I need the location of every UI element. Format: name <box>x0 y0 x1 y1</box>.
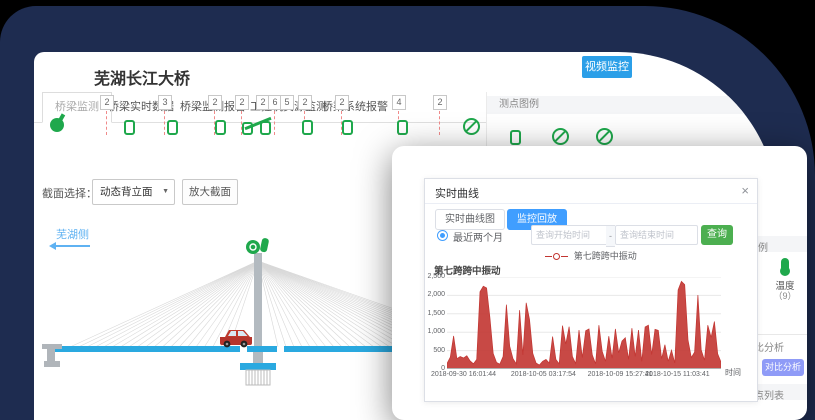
enlarge-section-button[interactable]: 放大截面 <box>182 179 238 205</box>
x-tick-label: 2018-10-15 11:03:41 <box>645 371 709 378</box>
legend-panel-header: 测点图例 <box>487 96 778 114</box>
page-title: 芜湖长江大桥 <box>94 65 190 89</box>
y-tick-label: 500 <box>425 347 445 354</box>
section-select-dropdown[interactable]: 动态背立面 ▼ <box>92 179 175 205</box>
legend-label: 第七跨跨中振动 <box>574 251 637 261</box>
abutment <box>42 344 62 367</box>
legend-line-icon <box>545 256 552 257</box>
sensor-count-badge: 4 <box>392 95 406 110</box>
sensor-count-badge: 3 <box>158 95 172 110</box>
sensor-legend-icon[interactable] <box>552 128 569 145</box>
y-tick-label: 2,000 <box>425 291 445 298</box>
chain-link-icon[interactable] <box>342 120 353 135</box>
chain-link-icon <box>260 121 271 135</box>
chain-link-icon[interactable] <box>167 120 178 135</box>
close-icon[interactable]: × <box>741 183 749 198</box>
sensor-count-badge: 2 <box>298 95 312 110</box>
pier-footing <box>246 370 270 385</box>
bridge-tower <box>254 253 262 352</box>
y-tick-label: 1,500 <box>425 310 445 317</box>
car-icon <box>220 330 252 347</box>
pendulum-sensor-icon[interactable] <box>50 118 64 132</box>
sensor-drop-line <box>241 111 242 135</box>
date-range-separator: - <box>606 225 615 247</box>
modal-title: 实时曲线 <box>435 185 479 201</box>
sensor-count-badge: 5 <box>280 95 294 110</box>
radio-label: 最近两个月 <box>453 229 503 244</box>
video-monitor-button[interactable]: 视频监控 <box>582 56 632 78</box>
chart-legend[interactable]: 第七跨跨中振动 <box>425 249 757 262</box>
chain-link-icon[interactable] <box>510 130 521 145</box>
query-start-time-input[interactable] <box>531 225 614 245</box>
sensor-count-badge: 2 <box>335 95 349 110</box>
realtime-curve-modal: 实时曲线 × 实时曲线图 监控回放 最近两个月 - 查询 第七跨跨中振动 第七跨… <box>424 178 758 402</box>
sensor-legend-icon[interactable] <box>596 128 613 145</box>
compare-analysis-button[interactable]: 对比分析 <box>762 359 804 376</box>
sensor-count-badge: 2 <box>208 95 222 110</box>
sensor-count-badge: 2 <box>235 95 249 110</box>
temperature-icon[interactable] <box>781 258 789 273</box>
disabled-sensor-icon[interactable] <box>463 118 480 135</box>
chart-canvas <box>447 277 721 369</box>
x-tick-label: 2018-10-05 03:17:54 <box>511 371 576 378</box>
x-tick-label: 2018-09-30 16:01:44 <box>431 371 496 378</box>
chevron-down-icon: ▼ <box>162 180 169 204</box>
y-tick-label: 2,500 <box>425 273 445 280</box>
sensor-drop-line <box>106 111 107 135</box>
tower-top-sensor-icons[interactable] <box>246 238 269 254</box>
y-tick-label: 1,000 <box>425 328 445 335</box>
tab-realtime-curve[interactable]: 实时曲线图 <box>435 209 505 230</box>
section-select-value: 动态背立面 <box>100 186 153 198</box>
chain-link-icon[interactable] <box>397 120 408 135</box>
chain-link-icon[interactable] <box>124 120 135 135</box>
legend-line-icon <box>561 256 568 257</box>
bridge-pier <box>253 352 263 364</box>
modal-header: 实时曲线 × <box>425 179 757 204</box>
query-end-time-input[interactable] <box>615 225 698 245</box>
expansion-joint-sensor-icon[interactable] <box>242 114 274 135</box>
sensor-drop-line <box>274 111 275 135</box>
chain-link-icon[interactable] <box>302 120 313 135</box>
vibration-chart-plot[interactable] <box>447 277 721 369</box>
pier-cap <box>240 363 276 370</box>
query-button[interactable]: 查询 <box>701 225 733 245</box>
legend-header-clipped: 例 <box>758 239 768 254</box>
legend-circle-icon <box>553 253 560 260</box>
x-axis-title: 时间 <box>725 367 741 378</box>
section-select-label: 截面选择： <box>42 185 97 201</box>
sensor-count-badge: 2 <box>433 95 447 110</box>
temperature-count: （9） <box>766 289 804 302</box>
screen: 芜湖长江大桥 视频监控 桥梁监测 桥梁实时数据 桥梁监测报告 工控机资源监测 桥… <box>0 0 815 420</box>
tab-system-alarm[interactable]: 桥梁系统报警 <box>322 92 388 122</box>
sensor-drop-line <box>439 111 440 135</box>
sensor-count-badge: 2 <box>100 95 114 110</box>
recent-two-months-radio[interactable] <box>437 230 448 241</box>
x-tick-label: 2018-10-09 15:27:41 <box>588 371 653 378</box>
curve-popup-window: 例 温度 （9） 对比分析 对比分析 测点列表 实时曲线 × 实时曲线图 监控回… <box>392 146 807 420</box>
sensor-drop-line <box>164 111 165 135</box>
chain-link-icon[interactable] <box>215 120 226 135</box>
